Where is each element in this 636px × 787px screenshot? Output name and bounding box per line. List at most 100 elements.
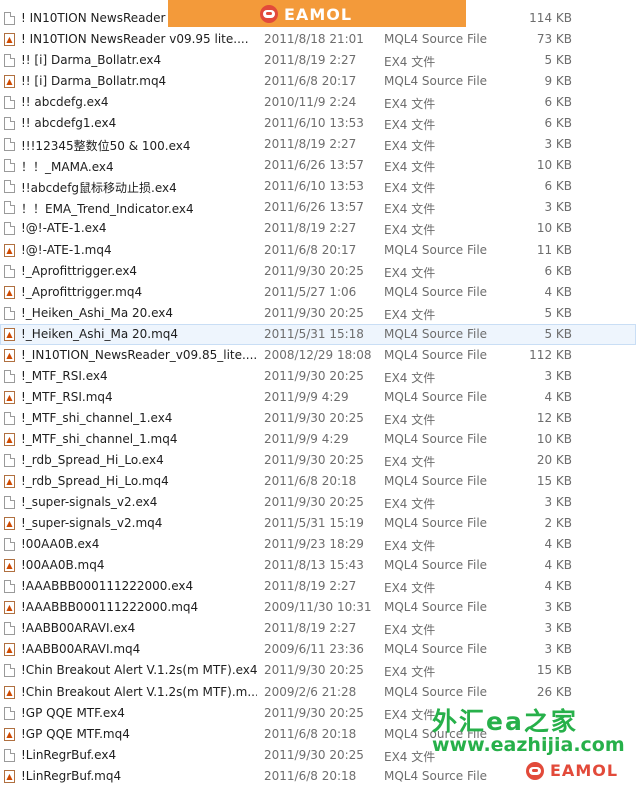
file-date: 2011/8/19 2:27 <box>264 137 357 152</box>
file-name: !_IN10TION_NewsReader_v09.85_lite.... <box>21 347 257 362</box>
file-type: MQL4 Source File <box>384 684 488 699</box>
file-date: 2011/8/19 2:27 <box>264 621 357 636</box>
mq4-icon: ▲ <box>4 559 15 573</box>
file-date: 2011/6/26 13:57 <box>264 158 364 173</box>
file-size: 26 KB <box>536 684 572 699</box>
file-icon <box>4 201 15 215</box>
mq4-icon: ▲ <box>4 327 15 341</box>
file-type: EX4 文件 <box>384 370 436 385</box>
watermark: 外汇ea之家 www.eazhijia.com <box>432 702 632 762</box>
file-row[interactable]: !! abcdefg1.ex4 2011/6/10 13:53 EX4 文件 6 KB <box>0 113 636 134</box>
file-row[interactable]: !!abcdefg鼠标移动止损.ex4 2011/6/10 13:53 EX4 文件… <box>0 176 636 197</box>
file-row[interactable]: ▲ !_IN10TION_NewsReader_v09.85_lite.... 20… <box>0 345 636 366</box>
file-name: !AAABBB000111222000.ex4 <box>21 579 194 594</box>
file-size: 11 KB <box>536 242 572 257</box>
file-icon <box>4 117 15 131</box>
file-size: 3 KB <box>544 642 572 657</box>
file-row[interactable]: ▲ !Chin Breakout Alert V.1.2s(m MTF).m...… <box>0 682 636 703</box>
mq4-icon: ▲ <box>4 33 15 47</box>
file-size: 4 KB <box>544 284 572 299</box>
file-row[interactable]: !_MTF_RSI.ex4 2011/9/30 20:25 EX4 文件 3 KB <box>0 366 636 387</box>
file-row[interactable]: ！！EMA_Trend_Indicator.ex4 2011/6/26 13:57… <box>0 197 636 218</box>
file-size: 15 KB <box>536 474 572 489</box>
file-type: EX4 文件 <box>384 307 436 322</box>
file-row[interactable]: ▲ !_super-signals_v2.mq4 2011/5/31 15:19 MQ… <box>0 513 636 534</box>
file-type: EX4 文件 <box>384 539 436 554</box>
file-row[interactable]: ▲ !_MTF_shi_channel_1.mq4 2011/9/9 4:29 MQL… <box>0 429 636 450</box>
file-name: !AABB00ARAVI.ex4 <box>21 621 136 636</box>
file-name: !_MTF_shi_channel_1.mq4 <box>21 431 178 446</box>
file-size: 12 KB <box>536 410 572 425</box>
file-date: 2011/9/30 20:25 <box>264 368 364 383</box>
file-name: !_MTF_RSI.mq4 <box>21 389 113 404</box>
file-row[interactable]: ▲ !AAABBB000111222000.mq4 2009/11/30 10:31… <box>0 597 636 618</box>
file-row[interactable]: !!!12345整数位50 & 100.ex4 2011/8/19 2:27 EX4… <box>0 134 636 155</box>
file-date: 2011/8/19 2:27 <box>264 579 357 594</box>
file-date: 2011/9/30 20:25 <box>264 495 364 510</box>
file-row[interactable]: ▲ !AABB00ARAVI.mq4 2009/6/11 23:36 MQL4 Sou… <box>0 639 636 660</box>
file-size: 4 KB <box>544 579 572 594</box>
file-date: 2011/9/23 18:29 <box>264 537 364 552</box>
file-row[interactable]: ▲ !_Aprofittrigger.mq4 2011/5/27 1:06 MQL4 … <box>0 282 636 303</box>
file-row[interactable]: !_MTF_shi_channel_1.ex4 2011/9/30 20:25 EX… <box>0 408 636 429</box>
watermark-url: www.eazhijia.com <box>432 734 625 756</box>
file-type: EX4 文件 <box>384 118 436 133</box>
mq4-icon: ▲ <box>4 517 15 531</box>
file-name: !00AA0B.ex4 <box>21 537 100 552</box>
file-name: !! [i] Darma_Bollatr.mq4 <box>21 74 167 89</box>
file-row[interactable]: !_Aprofittrigger.ex4 2011/9/30 20:25 EX4 文… <box>0 261 636 282</box>
file-size: 4 KB <box>544 537 572 552</box>
file-name: !AAABBB000111222000.mq4 <box>21 600 199 615</box>
file-type: MQL4 Source File <box>384 558 488 573</box>
file-date: 2009/6/11 23:36 <box>264 642 364 657</box>
file-name: !@!-ATE-1.ex4 <box>21 221 107 236</box>
file-row[interactable]: !AAABBB000111222000.ex4 2011/8/19 2:27 EX4… <box>0 576 636 597</box>
file-date: 2011/9/30 20:25 <box>264 452 364 467</box>
mq4-icon: ▲ <box>4 348 15 362</box>
file-type: EX4 文件 <box>384 160 436 175</box>
file-row[interactable]: ▲ !00AA0B.mq4 2011/8/13 15:43 MQL4 Source F… <box>0 555 636 576</box>
file-row[interactable]: !! [i] Darma_Bollatr.ex4 2011/8/19 2:27 EX… <box>0 50 636 71</box>
file-row[interactable]: !! abcdefg.ex4 2010/11/9 2:24 EX4 文件 6 KB <box>0 92 636 113</box>
file-type: MQL4 Source File <box>384 768 488 783</box>
file-date: 2011/8/19 2:27 <box>264 53 357 68</box>
file-row[interactable]: !_super-signals_v2.ex4 2011/9/30 20:25 EX4… <box>0 492 636 513</box>
file-row[interactable]: ▲ !_rdb_Spread_Hi_Lo.mq4 2011/6/8 20:18 MQL… <box>0 471 636 492</box>
file-row[interactable]: !Chin Breakout Alert V.1.2s(m MTF).ex4 20… <box>0 660 636 681</box>
file-row[interactable]: !00AA0B.ex4 2011/9/23 18:29 EX4 文件 4 KB <box>0 534 636 555</box>
file-size: 3 KB <box>544 368 572 383</box>
file-row[interactable]: !_Heiken_Ashi_Ma 20.ex4 2011/9/30 20:25 EX… <box>0 303 636 324</box>
file-size: 4 KB <box>544 558 572 573</box>
file-row[interactable]: ▲ !! [i] Darma_Bollatr.mq4 2011/6/8 20:17 M… <box>0 71 636 92</box>
file-size: 15 KB <box>536 663 572 678</box>
file-icon <box>4 264 15 278</box>
file-name: !_rdb_Spread_Hi_Lo.ex4 <box>21 452 164 467</box>
file-size: 5 KB <box>544 326 572 341</box>
file-row[interactable]: !@!-ATE-1.ex4 2011/8/19 2:27 EX4 文件 10 KB <box>0 218 636 239</box>
file-name: !LinRegrBuf.mq4 <box>21 768 122 783</box>
file-row[interactable]: ▲ !_Heiken_Ashi_Ma 20.mq4 2011/5/31 15:18 M… <box>0 323 636 345</box>
file-row[interactable]: ▲ !@!-ATE-1.mq4 2011/6/8 20:17 MQL4 Source … <box>0 240 636 261</box>
file-size: 4 KB <box>544 389 572 404</box>
file-row[interactable]: ▲ !_MTF_RSI.mq4 2011/9/9 4:29 MQL4 Source F… <box>0 387 636 408</box>
file-size: 10 KB <box>536 158 572 173</box>
file-size: 9 KB <box>544 74 572 89</box>
file-type: MQL4 Source File <box>384 347 488 362</box>
file-size: 10 KB <box>536 431 572 446</box>
file-row[interactable]: ▲ ! IN10TION NewsReader v09.95 lite.... 20… <box>0 29 636 50</box>
file-date: 2009/2/6 21:28 <box>264 684 357 699</box>
file-date: 2011/9/30 20:25 <box>264 705 364 720</box>
file-name: !_MTF_RSI.ex4 <box>21 368 108 383</box>
file-size: 3 KB <box>544 137 572 152</box>
file-type: EX4 文件 <box>384 665 436 680</box>
file-row[interactable]: !AABB00ARAVI.ex4 2011/8/19 2:27 EX4 文件 3 KB <box>0 618 636 639</box>
file-type: MQL4 Source File <box>384 74 488 89</box>
file-type: MQL4 Source File <box>384 516 488 531</box>
file-size: 5 KB <box>544 53 572 68</box>
file-date: 2011/5/31 15:19 <box>264 516 364 531</box>
file-icon <box>4 411 15 425</box>
file-row[interactable]: !_rdb_Spread_Hi_Lo.ex4 2011/9/30 20:25 EX4… <box>0 450 636 471</box>
file-date: 2011/6/8 20:17 <box>264 242 357 257</box>
file-row[interactable]: ！！_MAMA.ex4 2011/6/26 13:57 EX4 文件 10 KB <box>0 155 636 176</box>
file-type: EX4 文件 <box>384 55 436 70</box>
